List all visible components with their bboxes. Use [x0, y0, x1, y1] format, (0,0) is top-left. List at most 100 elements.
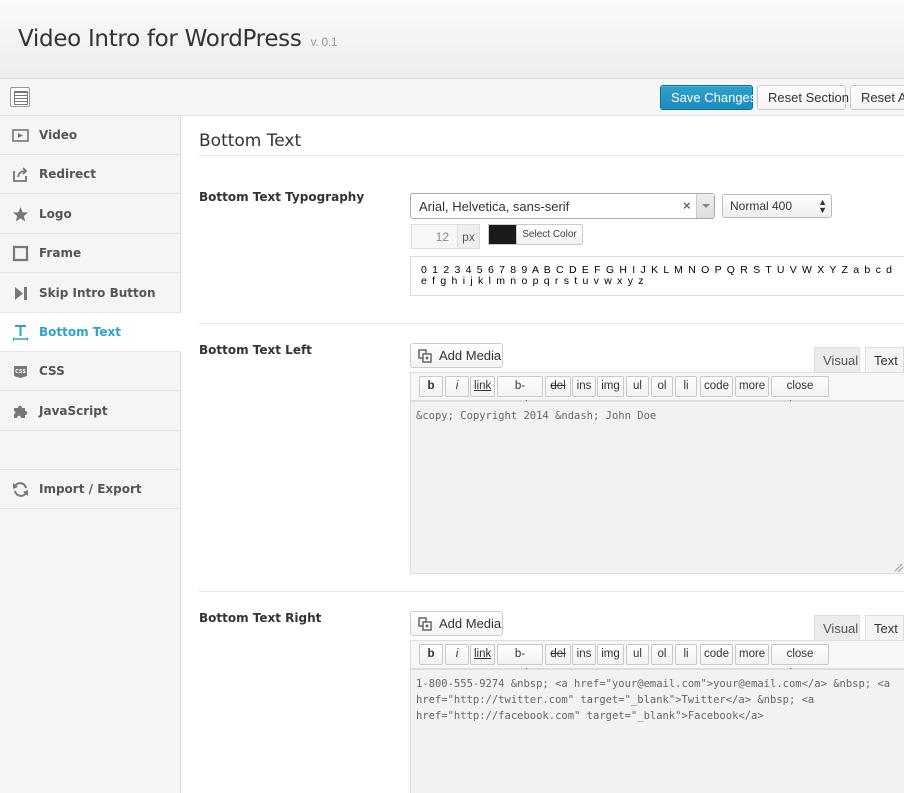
sidebar-item-label: Logo: [39, 207, 72, 221]
sidebar-item-label: Import / Export: [39, 482, 142, 496]
sidebar-item-logo[interactable]: Logo: [0, 195, 180, 234]
tab-text[interactable]: Text: [865, 615, 904, 640]
quicktag-bquote[interactable]: b-quote: [497, 644, 543, 679]
sidebar: Video Redirect Logo Frame Skip Intro But…: [0, 116, 181, 793]
font-weight-value: Normal 400: [730, 199, 793, 213]
quicktag-link[interactable]: link: [470, 644, 495, 665]
app-title: Video Intro for WordPress v. 0.1: [18, 26, 338, 52]
sidebar-divider: [0, 431, 180, 470]
toolbar: Save Changes Reset Section Reset All: [0, 79, 904, 116]
resize-grip-icon[interactable]: [895, 564, 903, 572]
font-family-select[interactable]: Arial, Helvetica, sans-serif ×: [410, 193, 715, 219]
quicktag-more[interactable]: more: [735, 644, 769, 665]
bottom-text-left-label: Bottom Text Left: [199, 343, 312, 357]
quicktag-li[interactable]: li: [675, 644, 697, 665]
updown-arrows-icon: ▲ ▼: [818, 197, 827, 215]
quicktag-bold[interactable]: b: [419, 644, 443, 665]
chevron-down-icon[interactable]: [696, 194, 714, 218]
reset-all-button[interactable]: Reset All: [850, 85, 904, 110]
quicktag-bquote[interactable]: b-quote: [497, 376, 543, 411]
select-color-button[interactable]: Select Color: [516, 224, 583, 245]
quicktag-ins[interactable]: ins: [572, 644, 596, 665]
editor-left-textarea[interactable]: &copy; Copyright 2014 &ndash; John Doe: [411, 401, 904, 573]
quicktag-img[interactable]: img: [597, 644, 624, 665]
quicktag-close-tags[interactable]: close tags: [771, 644, 829, 679]
quicktag-code[interactable]: code: [700, 376, 733, 397]
sidebar-item-frame[interactable]: Frame: [0, 234, 180, 273]
quicktag-close-tags[interactable]: close tags: [771, 376, 829, 411]
quicktag-bold[interactable]: b: [419, 376, 443, 397]
tab-visual[interactable]: Visual: [814, 615, 860, 640]
skip-icon: [15, 287, 27, 300]
refresh-icon: [13, 482, 28, 497]
app-version: v. 0.1: [310, 35, 338, 49]
redirect-icon: [13, 167, 28, 182]
sidebar-item-bottom-text[interactable]: Bottom Text: [0, 313, 181, 352]
quicktag-ul[interactable]: ul: [626, 644, 649, 665]
divider: [199, 323, 904, 324]
sidebar-item-label: CSS: [39, 364, 65, 378]
sidebar-item-javascript[interactable]: JavaScript: [0, 392, 180, 431]
editor-left: b i link b-quote del ins img ul ol li co…: [410, 372, 904, 574]
add-media-button[interactable]: Add Media: [410, 611, 503, 636]
add-media-button[interactable]: Add Media: [410, 343, 503, 368]
sidebar-item-redirect[interactable]: Redirect: [0, 155, 180, 194]
sidebar-item-label: Frame: [39, 246, 82, 260]
quicktags-toolbar: b i link b-quote del ins img ul ol li co…: [411, 373, 904, 411]
divider: [199, 155, 904, 156]
editor-left-content: &copy; Copyright 2014 &ndash; John Doe: [416, 410, 657, 422]
quicktag-img[interactable]: img: [597, 376, 624, 397]
sidebar-item-label: Video: [39, 128, 78, 142]
sidebar-item-label: Skip Intro Button: [39, 286, 156, 300]
bottom-text-right-label: Bottom Text Right: [199, 611, 322, 625]
editor-right-content: 1-800-555-9274 &nbsp; <a href="your@emai…: [416, 678, 891, 722]
editor-right: b i link b-quote del ins img ul ol li co…: [410, 640, 904, 793]
frame-icon: [12, 245, 29, 262]
color-swatch[interactable]: [488, 224, 518, 245]
quicktag-li[interactable]: li: [675, 376, 697, 397]
sidebar-item-label: JavaScript: [39, 404, 108, 418]
main-panel: Bottom Text Bottom Text Typography Arial…: [181, 116, 904, 793]
sidebar-item-skip-intro-button[interactable]: Skip Intro Button: [0, 274, 180, 313]
quicktag-code[interactable]: code: [700, 644, 733, 665]
reset-section-button[interactable]: Reset Section: [757, 85, 849, 110]
tab-text[interactable]: Text: [865, 347, 904, 372]
media-icon: [418, 349, 432, 363]
sidebar-item-label: Redirect: [39, 167, 96, 181]
quicktag-del[interactable]: del: [545, 376, 571, 397]
save-changes-button[interactable]: Save Changes: [660, 85, 756, 110]
quicktag-italic[interactable]: i: [445, 376, 469, 397]
quicktag-more[interactable]: more: [735, 376, 769, 397]
section-title: Bottom Text: [199, 131, 302, 151]
quicktag-link[interactable]: link: [470, 376, 495, 397]
quicktags-toolbar: b i link b-quote del ins img ul ol li co…: [411, 641, 904, 679]
tab-visual[interactable]: Visual: [814, 347, 860, 372]
font-size-input[interactable]: 12: [411, 224, 458, 249]
quicktag-italic[interactable]: i: [445, 644, 469, 665]
star-icon: [13, 207, 28, 222]
font-family-value: Arial, Helvetica, sans-serif: [419, 199, 570, 214]
quicktag-ol[interactable]: ol: [651, 644, 673, 665]
typography-preview: 0 1 2 3 4 5 6 7 8 9 A B C D E F G H I J …: [410, 256, 904, 296]
puzzle-icon: [14, 405, 28, 418]
css-icon: CSS: [14, 366, 27, 378]
sidebar-item-video[interactable]: Video: [0, 116, 180, 155]
app-title-text: Video Intro for WordPress: [18, 26, 302, 52]
quicktag-ins[interactable]: ins: [572, 376, 596, 397]
quicktag-del[interactable]: del: [545, 644, 571, 665]
add-media-label: Add Media: [439, 348, 502, 363]
add-media-label: Add Media: [439, 616, 502, 631]
clear-icon[interactable]: ×: [683, 198, 691, 213]
text-icon: [13, 325, 28, 341]
sidebar-item-import-export[interactable]: Import / Export: [0, 470, 180, 509]
quicktag-ol[interactable]: ol: [651, 376, 673, 397]
font-weight-select[interactable]: Normal 400 ▲ ▼: [722, 194, 832, 218]
sidebar-item-css[interactable]: CSS CSS: [0, 352, 180, 391]
media-icon: [418, 617, 432, 631]
font-size-unit: px: [457, 224, 480, 249]
editor-right-textarea[interactable]: 1-800-555-9274 &nbsp; <a href="your@emai…: [411, 669, 904, 793]
svg-text:CSS: CSS: [15, 369, 26, 375]
typography-label: Bottom Text Typography: [199, 190, 365, 204]
quicktag-ul[interactable]: ul: [626, 376, 649, 397]
expand-options-icon[interactable]: [10, 87, 30, 107]
